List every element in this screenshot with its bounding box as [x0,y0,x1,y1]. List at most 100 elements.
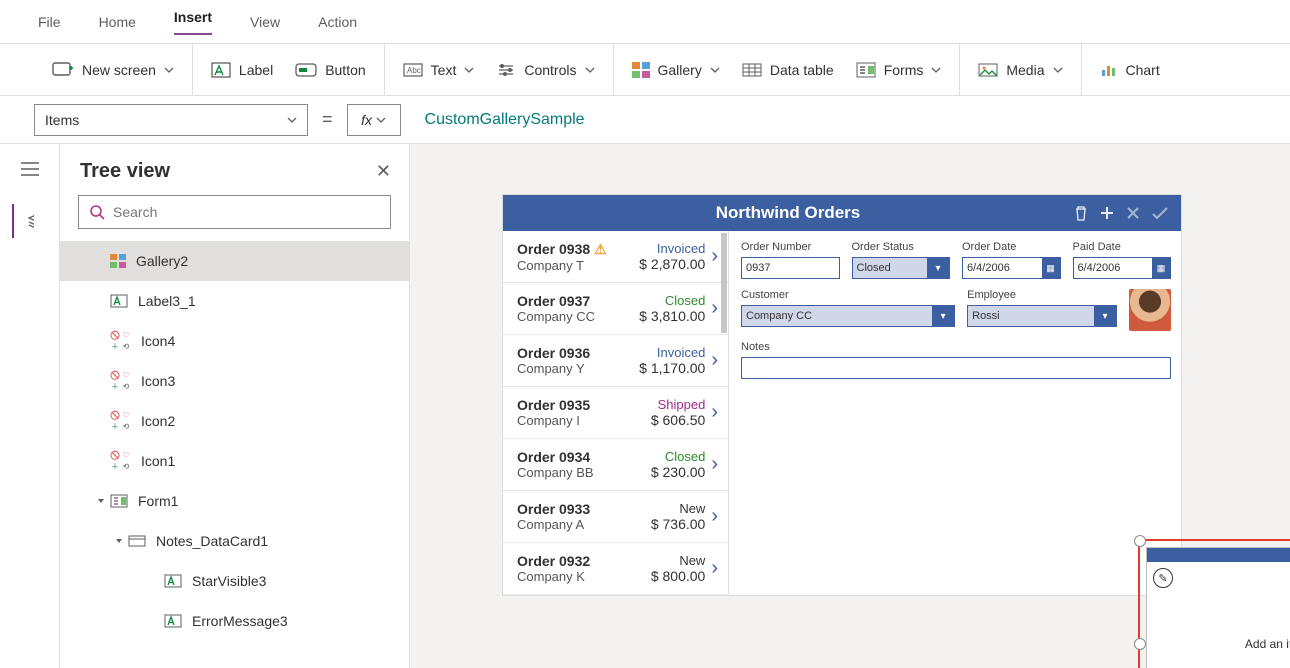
customer-combo[interactable]: Company CC▾ [741,305,955,327]
forms-icon [856,62,876,78]
gallery-button[interactable]: Gallery [632,62,720,78]
layers-icon [28,213,34,229]
order-detail-form: Order Number 0937 Order Status Closed▾ O… [729,231,1181,595]
lbl-order-date: Order Date [962,241,1061,253]
gallery-btn-label: Gallery [658,62,702,78]
button-button[interactable]: Button [295,62,365,78]
order-date-picker[interactable]: 6/4/2006▦ [962,257,1061,279]
order-status: Invoiced [639,345,705,360]
tree-node-icon4[interactable]: 🚫♡＋⟲ Icon4 [60,321,409,361]
plus-icon[interactable] [1099,205,1115,221]
order-status-combo[interactable]: Closed▾ [852,257,951,279]
order-id: Order 0933 [517,501,651,517]
tree-node-form1[interactable]: Form1 [60,481,409,521]
tree-node-errormessage3[interactable]: ErrorMessage3 [60,601,409,641]
order-list[interactable]: Order 0938 ⚠Company TInvoiced$ 2,870.00›… [503,231,729,595]
order-id: Order 0937 [517,293,639,309]
chevron-right-icon[interactable]: › [711,453,718,476]
controls-btn-label: Controls [524,62,576,78]
employee-combo[interactable]: Rossi▾ [967,305,1117,327]
new-screen-button[interactable]: New screen [52,62,174,78]
tab-action[interactable]: Action [318,14,357,30]
chart-btn-label: Chart [1126,62,1160,78]
notes-input[interactable] [741,357,1171,379]
chart-button[interactable]: Chart [1100,62,1160,78]
tree-view-rail-button[interactable] [12,204,34,238]
resize-handle[interactable] [1134,535,1146,547]
equals: = [322,109,333,130]
tab-view[interactable]: View [250,14,280,30]
check-icon[interactable] [1151,205,1169,221]
design-canvas[interactable]: Northwind Orders Order 0938 ⚠Company TIn… [410,144,1290,668]
chevron-right-icon[interactable]: › [711,245,718,268]
order-row[interactable]: Order 0933Company ANew$ 736.00› [503,491,728,543]
controls-button[interactable]: Controls [496,62,594,78]
scrollbar[interactable] [721,233,727,333]
order-row[interactable]: Order 0935Company IShipped$ 606.50› [503,387,728,439]
order-id: Order 0934 [517,449,651,465]
new-screen-label: New screen [82,62,156,78]
chevron-down-icon [931,65,941,75]
search-icon [89,204,105,220]
paid-date-picker[interactable]: 6/4/2006▦ [1073,257,1172,279]
chevron-down-icon [1053,65,1063,75]
tree-node-starvisible3[interactable]: StarVisible3 [60,561,409,601]
tree-node-icon3[interactable]: 🚫♡＋⟲Icon3 [60,361,409,401]
media-button[interactable]: Media [978,62,1062,78]
tree-node-label3_1[interactable]: Label3_1 [60,281,409,321]
lbl-customer: Customer [741,289,955,301]
datatable-button[interactable]: Data table [742,62,834,78]
tab-home[interactable]: Home [99,14,136,30]
app-title: Northwind Orders [503,203,1073,223]
chevron-right-icon[interactable]: › [711,557,718,580]
caret-down-icon [96,496,106,506]
order-row[interactable]: Order 0934Company BBClosed$ 230.00› [503,439,728,491]
chevron-right-icon[interactable]: › [711,297,718,320]
node-icon [164,574,182,588]
trash-icon[interactable] [1073,205,1089,221]
tab-insert[interactable]: Insert [174,9,212,35]
fx-button[interactable]: fx [347,104,401,136]
order-company: Company I [517,413,651,428]
order-row[interactable]: Order 0937Company CCClosed$ 3,810.00› [503,283,728,335]
hamburger-icon[interactable] [21,162,39,176]
chevron-right-icon[interactable]: › [711,505,718,528]
tree-search[interactable] [78,195,391,229]
property-dropdown[interactable]: Items [34,104,308,136]
button-icon [295,62,317,78]
datatable-icon [742,63,762,77]
order-row[interactable]: Order 0936Company YInvoiced$ 1,170.00› [503,335,728,387]
order-row[interactable]: Order 0932Company KNew$ 800.00› [503,543,728,595]
chevron-down-icon [585,65,595,75]
lbl-notes: Notes [741,341,1171,353]
node-label: Icon4 [141,333,175,349]
tree-node-gallery2[interactable]: Gallery2 [60,241,409,281]
resize-handle[interactable] [1134,638,1146,650]
cancel-icon[interactable] [1125,205,1141,221]
node-icon [128,535,146,547]
tree-search-input[interactable] [113,204,380,220]
tree-node-icon2[interactable]: 🚫♡＋⟲Icon2 [60,401,409,441]
svg-text:Abc: Abc [407,66,421,75]
property-name: Items [45,112,79,128]
label-button[interactable]: Label [211,62,273,78]
tree-title: Tree view [80,160,170,183]
chevron-right-icon[interactable]: › [711,401,718,424]
node-icon: 🚫♡＋⟲ [110,331,131,352]
node-icon: 🚫♡＋⟲ [110,451,131,472]
tab-file[interactable]: File [38,14,61,30]
close-icon[interactable]: ✕ [376,161,391,182]
order-amount: $ 3,810.00 [639,308,705,324]
text-button[interactable]: Abc Text [403,62,475,78]
tree-node-notes_datacard1[interactable]: Notes_DataCard1 [60,521,409,561]
order-amount: $ 230.00 [651,464,706,480]
chevron-right-icon[interactable]: › [711,349,718,372]
forms-button[interactable]: Forms [856,62,942,78]
gallery2-control[interactable]: ✎ Add an item from the Insert tab or con… [1146,547,1290,668]
employee-avatar [1129,289,1171,331]
tree-node-icon1[interactable]: 🚫♡＋⟲Icon1 [60,441,409,481]
order-number-input[interactable]: 0937 [741,257,840,279]
order-id: Order 0936 [517,345,639,361]
order-row[interactable]: Order 0938 ⚠Company TInvoiced$ 2,870.00› [503,231,728,283]
formula-input[interactable]: CustomGallerySample [415,111,1290,129]
